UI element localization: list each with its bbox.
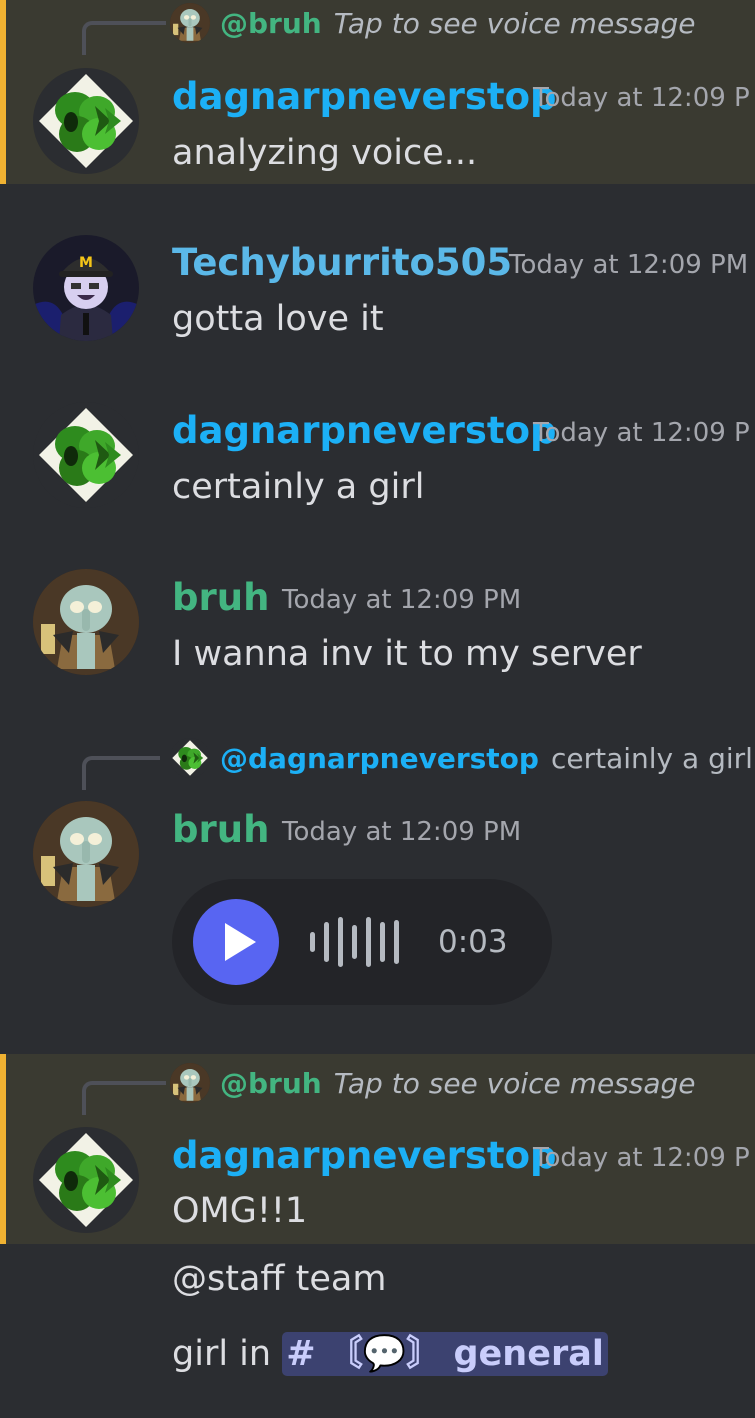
reply-connector: [82, 756, 160, 790]
message-text: gotta love it: [172, 299, 384, 339]
play-icon: [225, 923, 256, 961]
reply-content: Tap to see voice message: [333, 6, 696, 40]
purple-character-avatar-icon[interactable]: [33, 235, 139, 341]
reply-content: Tap to see voice message: [333, 1066, 696, 1100]
green-clover-avatar-icon[interactable]: [33, 402, 139, 508]
squidward-avatar-icon: [170, 1063, 210, 1103]
green-clover-avatar-icon[interactable]: [33, 1127, 139, 1233]
voice-duration: 0:03: [438, 924, 508, 960]
squidward-avatar-icon: [170, 3, 210, 43]
green-clover-avatar-icon: [170, 738, 210, 778]
reply-mention[interactable]: @dagnarpneverstop: [220, 742, 539, 775]
author-name[interactable]: Techyburrito505: [172, 241, 512, 285]
timestamp: Today at 12:09 P: [533, 418, 750, 448]
author-name[interactable]: bruh: [172, 808, 269, 852]
message-text: I wanna inv it to my server: [172, 634, 642, 674]
message-text: analyzing voice...: [172, 133, 478, 173]
reply-mention[interactable]: @bruh: [220, 1067, 322, 1100]
voice-message-player[interactable]: 0:03: [172, 879, 552, 1005]
timestamp: Today at 12:09 PM: [282, 585, 522, 615]
timestamp: Today at 12:09 P: [533, 83, 750, 113]
followup-prefix: girl in: [172, 1334, 283, 1374]
reply-preview[interactable]: @dagnarpneverstop certainly a girl: [170, 738, 753, 778]
reply-preview[interactable]: @bruh Tap to see voice message: [170, 1063, 696, 1103]
message-text: certainly a girl: [172, 467, 425, 507]
author-name[interactable]: dagnarpneverstop: [172, 75, 557, 119]
reply-connector: [82, 21, 166, 55]
squidward-avatar-icon[interactable]: [33, 569, 139, 675]
author-name[interactable]: dagnarpneverstop: [172, 1134, 557, 1178]
play-button[interactable]: [193, 899, 279, 985]
reply-content: certainly a girl: [550, 741, 753, 775]
squidward-avatar-icon[interactable]: [33, 801, 139, 907]
author-name[interactable]: bruh: [172, 576, 269, 620]
timestamp: Today at 12:09 P: [533, 1143, 750, 1173]
message-followup-channel: girl in # 〘💬〙 general: [172, 1332, 608, 1376]
timestamp: Today at 12:09 PM: [282, 817, 522, 847]
message-text: OMG!!1: [172, 1191, 308, 1231]
reply-connector: [82, 1081, 166, 1115]
message-followup-text: @staff team: [172, 1259, 387, 1299]
waveform-icon[interactable]: [310, 917, 410, 967]
timestamp: Today at 12:09 PM: [509, 250, 749, 280]
reply-preview[interactable]: @bruh Tap to see voice message: [170, 3, 696, 43]
reply-mention[interactable]: @bruh: [220, 7, 322, 40]
channel-mention[interactable]: # 〘💬〙 general: [282, 1332, 608, 1376]
author-name[interactable]: dagnarpneverstop: [172, 409, 557, 453]
green-clover-avatar-icon[interactable]: [33, 68, 139, 174]
